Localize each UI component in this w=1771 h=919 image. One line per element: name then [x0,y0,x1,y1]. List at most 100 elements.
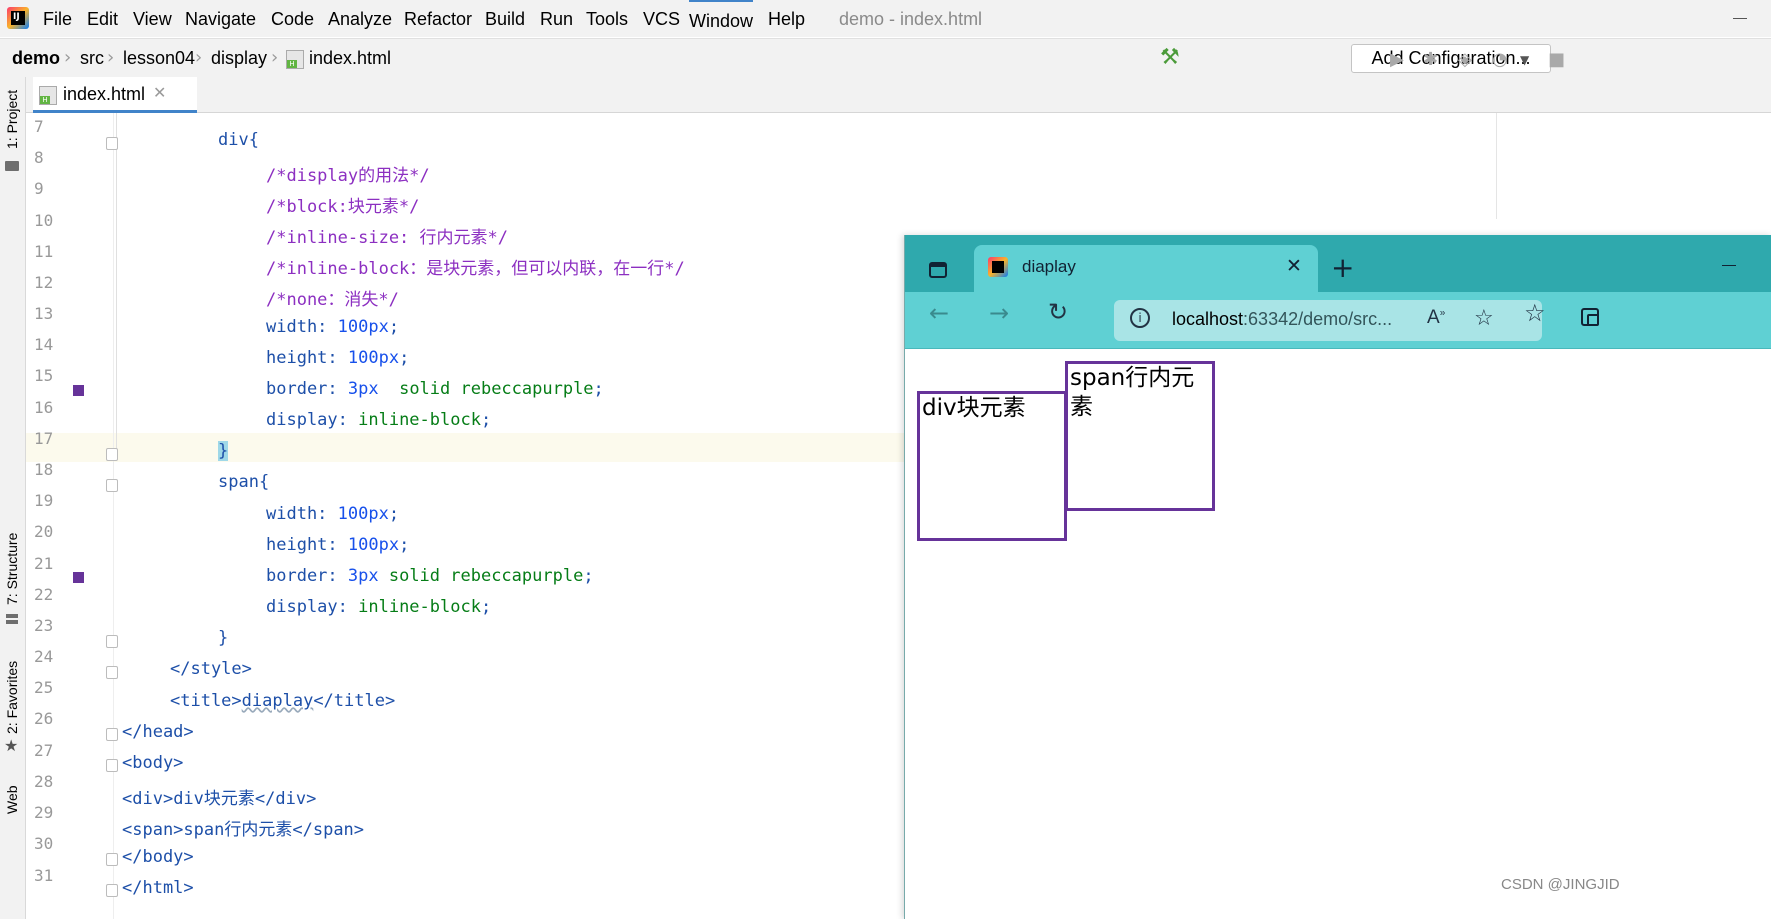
fold-marker-icon[interactable] [106,853,118,866]
code-line: display: inline-block; [266,597,491,617]
code-line: width: 100px; [266,504,399,524]
line-number: 14 [34,335,54,354]
code-token: height: [266,348,348,368]
code-line: </style> [170,659,252,679]
project-tool-window-button[interactable]: 1: Project [4,90,20,149]
code-line: border: 3px solid rebeccapurple; [266,566,594,586]
browser-window: diaplay ✕ + ← → ↻ i localhost:63342/demo… [904,235,1771,919]
tab-actions-icon[interactable] [929,262,947,278]
code-token: ; [388,504,400,524]
code-token: display: [266,597,359,617]
menu-analyze[interactable]: Analyze [328,9,392,30]
fold-marker-icon[interactable] [106,728,118,741]
code-token: diaplay [241,691,314,711]
web-tool-window-button[interactable]: Web [4,785,20,814]
code-line: <span>span行内元素</span> [122,815,364,840]
menu-vcs[interactable]: VCS [643,9,680,30]
menu-refactor[interactable]: Refactor [404,9,472,30]
favorites-icon[interactable]: ☆ [1524,299,1546,327]
line-number: 29 [34,803,54,822]
menu-code[interactable]: Code [271,9,314,30]
code-token: 3px [347,566,379,586]
new-tab-icon[interactable]: + [1331,251,1354,284]
menu-window[interactable]: Window [689,0,754,32]
code-token: 100px [337,317,389,337]
breadcrumb-src[interactable]: src [80,48,104,69]
line-number: 31 [34,866,54,885]
browser-tab-strip: diaplay ✕ + [905,235,1771,292]
breadcrumb-lesson04[interactable]: lesson04 [123,48,195,69]
fold-marker-icon[interactable] [106,479,118,492]
structure-tool-window-button[interactable]: 7: Structure [4,533,20,605]
minimize-window-button[interactable] [1722,265,1736,266]
close-tab-icon[interactable]: ✕ [1286,255,1302,277]
debug-icon[interactable]: ✱ [1423,49,1438,70]
run-icon[interactable]: ▶ [1390,49,1404,70]
breadcrumb-file[interactable]: index.html [309,48,391,69]
code-token: inline-block [358,410,481,430]
fold-marker-icon[interactable] [106,884,118,897]
collections-icon[interactable] [1581,308,1599,326]
breadcrumb-project[interactable]: demo [12,48,60,69]
menu-navigate[interactable]: Navigate [185,9,256,30]
color-swatch-icon[interactable] [73,385,84,396]
fold-marker-icon[interactable] [106,448,118,461]
structure-icon [6,614,18,624]
site-info-icon[interactable]: i [1130,308,1150,328]
code-line: display: inline-block; [266,410,491,430]
rendered-span-box: span行内元素 [1065,361,1215,511]
forward-icon[interactable]: → [989,299,1009,327]
menu-run[interactable]: Run [540,9,573,30]
fold-marker-icon[interactable] [106,666,118,679]
code-token: } [218,441,229,461]
code-line: <body> [122,753,184,773]
code-token: 100px [347,348,400,368]
menu-build[interactable]: Build [485,9,525,30]
menu-file[interactable]: File [43,9,72,30]
favorites-tool-window-button[interactable]: 2: Favorites [4,661,20,734]
line-number: 10 [34,211,54,230]
code-line: } [218,441,229,461]
code-token: width: [266,504,338,524]
menu-help[interactable]: Help [768,9,805,30]
refresh-icon[interactable]: ↻ [1048,298,1068,326]
code-token: 100px [347,535,400,555]
stop-icon[interactable]: ■ [1548,49,1565,70]
line-number: 30 [34,834,54,853]
fold-marker-icon[interactable] [106,635,118,648]
code-token: <div> [122,789,174,809]
close-tab-icon[interactable]: ✕ [153,83,166,102]
code-line: <title>diaplay</title> [170,691,395,711]
breadcrumb-display[interactable]: display [211,48,267,69]
fold-marker-icon[interactable] [106,137,118,150]
intellij-logo-icon: IJ [7,7,29,29]
add-favorite-icon[interactable]: ☆ [1474,306,1494,331]
menu-edit[interactable]: Edit [87,9,118,30]
code-token: border: [266,566,348,586]
code-token: display: [266,410,359,430]
fold-marker-icon[interactable] [106,759,118,772]
html-file-icon: H [39,86,57,105]
profile-icon[interactable]: ◔ [1492,49,1508,70]
build-hammer-icon[interactable]: ⚒ [1160,45,1180,70]
star-icon: ★ [4,736,19,755]
color-swatch-icon[interactable] [73,572,84,583]
chevron-down-icon[interactable]: ▼ [1520,53,1529,67]
code-token: div块元素 [173,789,255,809]
menu-view[interactable]: View [133,9,172,30]
minimize-window-button[interactable] [1733,18,1747,19]
back-icon[interactable]: ← [929,299,949,327]
code-line: /*display的用法*/ [266,166,430,186]
browser-tab-diaplay[interactable]: diaplay ✕ [974,245,1318,292]
url-path: :63342/demo/src... [1243,309,1393,329]
code-token: inline-block [358,597,481,617]
address-bar[interactable]: i localhost:63342/demo/src... A» ☆ [1114,300,1542,341]
coverage-icon[interactable]: ◈ [1458,49,1472,70]
code-token: ; [399,535,410,555]
menu-tools[interactable]: Tools [586,9,628,30]
read-aloud-icon[interactable]: A» [1427,307,1445,329]
rendered-div-box: div块元素 [917,391,1067,541]
line-number: 21 [34,554,54,573]
code-token: height: [266,535,348,555]
tab-index-html[interactable]: H index.html ✕ [33,77,197,113]
